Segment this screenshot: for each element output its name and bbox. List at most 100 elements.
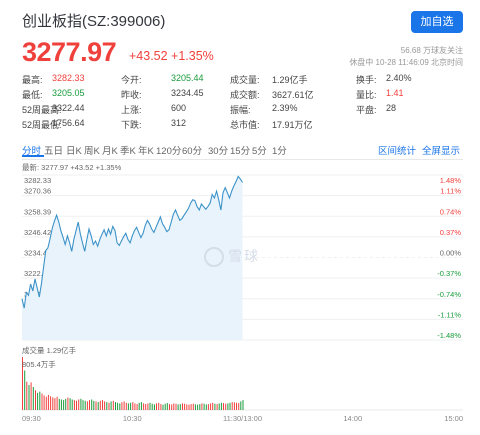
volume-bar (26, 381, 28, 410)
volume-bar (28, 385, 30, 410)
volume-bar (231, 402, 233, 410)
volume-bar (138, 402, 140, 410)
volume-bar (84, 400, 86, 410)
x-tick-label: 15:00 (444, 414, 463, 423)
volume-bar (110, 401, 112, 410)
volume-bar (80, 398, 82, 410)
volume-bar (67, 397, 69, 410)
pct-tick-label: 0.74% (440, 207, 462, 216)
volume-bar (143, 403, 145, 410)
volume-bar (52, 397, 54, 410)
volume-bar (192, 403, 194, 410)
volume-bar (86, 401, 88, 410)
volume-bar (210, 403, 212, 410)
volume-bar (43, 395, 45, 410)
volume-bar (125, 402, 127, 410)
pct-tick-label: -1.11% (438, 310, 462, 319)
x-tick-label: 10:30 (123, 414, 142, 423)
volume-bar (35, 390, 36, 410)
volume-bar (69, 398, 71, 410)
pct-tick-label: 1.11% (440, 187, 461, 196)
volume-bar (216, 404, 218, 410)
volume-bar (78, 399, 80, 410)
volume-bar (99, 400, 101, 410)
volume-bar (45, 396, 47, 410)
intraday-chart[interactable]: 3282.333270.363258.393246.423234.453222.… (0, 0, 480, 435)
volume-bar (199, 404, 201, 410)
volume-bar (39, 391, 41, 410)
volume-bar (95, 401, 97, 410)
volume-bar (240, 401, 242, 410)
volume-bar (236, 402, 237, 410)
volume-label: 成交量 1.29亿手 (22, 346, 77, 355)
volume-bar (41, 393, 43, 410)
volume-bar (121, 402, 123, 410)
volume-bar (89, 400, 90, 410)
volume-bar (182, 403, 183, 410)
volume-bar (166, 403, 168, 410)
volume-bar (218, 403, 220, 410)
volume-bar (203, 403, 205, 410)
pct-tick-label: 0.37% (440, 228, 462, 237)
volume-bar (93, 400, 95, 410)
volume-bar (212, 402, 214, 410)
pct-tick-label: 1.48% (440, 176, 462, 185)
volume-bar (197, 404, 199, 410)
volume-bar (225, 403, 227, 410)
watermark-logo: 雪球 (204, 246, 260, 268)
pct-tick-label: -1.48% (437, 331, 461, 340)
volume-bar (207, 404, 209, 410)
volume-bar (238, 403, 240, 410)
volume-bar (227, 403, 229, 410)
volume-bar (145, 404, 147, 410)
volume-bar (242, 400, 244, 410)
volume-bar (102, 400, 103, 410)
volume-bar (104, 401, 106, 410)
volume-bar (63, 400, 65, 410)
volume-bar (177, 404, 179, 410)
volume-bar (223, 403, 224, 410)
volume-bar (179, 404, 181, 410)
volume-bar (194, 404, 196, 410)
volume-bar (50, 396, 52, 410)
volume-bar (115, 402, 116, 410)
volume-bar (130, 402, 132, 410)
volume-bar (151, 403, 153, 410)
volume-bar (233, 402, 235, 410)
volume-bar (30, 382, 32, 410)
volume-bar (188, 404, 190, 410)
volume-bar (164, 403, 166, 410)
volume-bar (214, 403, 216, 410)
volume-bar (140, 402, 142, 410)
x-tick-label: 14:00 (343, 414, 362, 423)
volume-bar (37, 392, 39, 410)
y-tick-label: 3282.33 (24, 176, 51, 185)
volume-bar (60, 399, 62, 410)
volume-bar (76, 400, 77, 410)
y-tick-label: 3258.39 (24, 207, 51, 216)
volume-bar (153, 404, 155, 410)
volume-bar (173, 403, 175, 410)
volume-bar (186, 404, 188, 410)
volume-bar (56, 396, 58, 410)
volume-bar (156, 403, 157, 410)
volume-bar (229, 402, 231, 410)
volume-bar (134, 403, 136, 410)
volume-bar (190, 404, 192, 410)
volume-bar (54, 398, 56, 410)
volume-bar (158, 402, 160, 410)
volume-bar (71, 399, 73, 410)
pct-tick-label: -0.74% (437, 290, 461, 299)
volume-bar (201, 403, 203, 410)
volume-bar (65, 398, 67, 410)
y-tick-label: 3246.42 (24, 228, 51, 237)
volume-bar (47, 394, 49, 410)
volume-bar (106, 402, 108, 410)
volume-bar (91, 399, 93, 410)
volume-bar (112, 400, 114, 410)
volume-bar (82, 400, 84, 410)
volume-bar (117, 402, 119, 410)
volume-bar (97, 402, 99, 410)
x-tick-label: 09:30 (22, 414, 41, 423)
volume-bar (132, 402, 134, 410)
